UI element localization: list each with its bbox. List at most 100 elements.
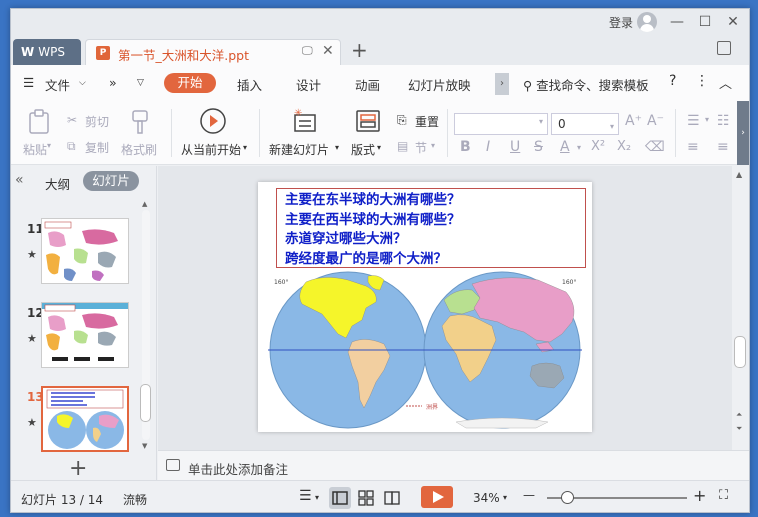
help-icon[interactable]: ? <box>669 73 676 89</box>
zoom-in-button[interactable]: + <box>693 486 706 505</box>
wps-logo-icon: W <box>21 45 35 59</box>
numbered-list-icon[interactable]: ☷ <box>717 113 730 129</box>
format-painter-button[interactable]: 格式刷 <box>121 141 157 158</box>
ribbon-scroll-right-button[interactable]: › <box>737 101 749 165</box>
play-from-current-icon[interactable] <box>199 107 227 135</box>
notes-pane[interactable]: 单击此处添加备注 <box>158 450 749 480</box>
paste-dropdown-icon[interactable]: ▾ <box>47 141 51 150</box>
decrease-font-icon[interactable]: A⁻ <box>647 113 664 129</box>
bullet-list-icon[interactable]: ☰ <box>687 113 700 129</box>
normal-view-button[interactable] <box>329 487 351 509</box>
avatar-icon[interactable] <box>637 12 657 32</box>
from-current-button[interactable]: 从当前开始 <box>181 141 241 158</box>
next-slide-icon[interactable]: ⏷ <box>736 424 742 434</box>
sorter-view-button[interactable] <box>355 487 377 509</box>
scroll-up-icon[interactable]: ▲ <box>142 200 147 208</box>
paste-button[interactable]: 粘贴 <box>23 141 47 158</box>
more-options-icon[interactable]: ⋮ <box>695 73 709 89</box>
notes-placeholder[interactable]: 单击此处添加备注 <box>188 459 288 478</box>
fit-window-icon[interactable]: ⛶ <box>719 488 728 503</box>
notes-view-icon[interactable]: ☰ <box>299 488 312 504</box>
zoom-out-button[interactable]: — <box>523 488 535 502</box>
slide-thumbnail[interactable] <box>41 302 129 368</box>
tab-wps-home[interactable]: W WPS <box>13 39 81 65</box>
font-family-select[interactable]: ▾ <box>454 113 548 135</box>
new-tab-button[interactable]: + <box>351 38 368 62</box>
superscript-button[interactable]: X² <box>591 139 605 154</box>
close-window-button[interactable]: ✕ <box>723 13 743 31</box>
tab-home[interactable]: 开始 <box>164 73 216 93</box>
reading-view-button[interactable] <box>381 487 403 509</box>
question-textbox[interactable]: 主要在东半球的大洲有哪些？ 主要在西半球的大洲有哪些？ 赤道穿过哪些大洲？ 跨经… <box>276 188 586 268</box>
layout-button[interactable]: 版式 <box>351 141 375 158</box>
add-slide-button[interactable]: + <box>69 456 87 481</box>
tab-document[interactable]: P 第一节_大洲和大洋.ppt 🖵 ✕ <box>85 39 341 65</box>
zoom-dropdown-icon[interactable]: ▾ <box>503 493 507 502</box>
login-link[interactable]: 登录 <box>609 14 633 31</box>
slide-counter: 幻灯片 13 / 14 <box>21 493 104 507</box>
theme-name[interactable]: 流畅 <box>123 491 147 508</box>
scroll-down-icon[interactable]: ▼ <box>142 442 147 450</box>
new-slide-button[interactable]: 新建幻灯片 <box>269 141 329 158</box>
zoom-level[interactable]: 34% <box>473 491 500 505</box>
bullet-list-dropdown-icon[interactable]: ▾ <box>705 115 709 124</box>
eraser-icon[interactable]: ⌫ <box>645 139 665 155</box>
close-tab-button[interactable]: ✕ <box>322 43 334 59</box>
hamburger-icon[interactable]: ☰ <box>23 75 34 90</box>
align-left-icon[interactable]: ≡ <box>687 139 699 155</box>
tab-slideshow[interactable]: 幻灯片放映 <box>408 75 471 94</box>
cut-button[interactable]: 剪切 <box>85 113 109 130</box>
more-menus-icon[interactable]: » <box>109 75 117 90</box>
tab-outline[interactable]: 大纲 <box>45 174 70 193</box>
collapse-panel-icon[interactable]: « <box>15 172 24 188</box>
font-color-dropdown-icon[interactable]: ▾ <box>577 143 581 152</box>
zoom-slider-knob[interactable] <box>561 491 574 504</box>
monitor-icon[interactable]: 🖵 <box>302 44 313 58</box>
slide-thumbnail-current[interactable] <box>41 386 129 452</box>
slideshow-play-button[interactable] <box>421 486 453 508</box>
tab-insert[interactable]: 插入 <box>237 75 262 94</box>
tab-design[interactable]: 设计 <box>296 75 321 94</box>
tab-slides[interactable]: 幻灯片 <box>83 171 139 191</box>
layout-dropdown-icon[interactable]: ▾ <box>377 143 381 152</box>
align-center-icon[interactable]: ≡ <box>717 139 729 155</box>
scrollbar-thumb[interactable] <box>734 336 746 368</box>
increase-font-icon[interactable]: A⁺ <box>625 113 642 129</box>
new-slide-icon[interactable]: ✳ <box>291 107 319 135</box>
hemispheres-map[interactable]: 160° 160° 洲界 <box>266 270 584 430</box>
tab-animation[interactable]: 动画 <box>355 75 380 94</box>
current-slide[interactable]: 主要在东半球的大洲有哪些？ 主要在西半球的大洲有哪些？ 赤道穿过哪些大洲？ 跨经… <box>258 182 592 432</box>
bold-button[interactable]: B <box>460 139 471 155</box>
notes-view-dropdown-icon[interactable]: ▾ <box>315 493 319 502</box>
new-slide-dropdown-icon[interactable]: ▾ <box>335 143 339 152</box>
scroll-up-icon[interactable]: ▲ <box>736 170 742 179</box>
section-button[interactable]: 节 <box>415 139 427 156</box>
from-current-dropdown-icon[interactable]: ▾ <box>243 143 247 152</box>
paste-icon[interactable] <box>27 109 51 135</box>
maximize-button[interactable]: ☐ <box>695 13 715 31</box>
file-menu[interactable]: 文件 <box>45 75 70 94</box>
section-dropdown-icon[interactable]: ▾ <box>431 141 435 150</box>
menu-scroll-right-button[interactable]: › <box>495 73 509 95</box>
canvas-scrollbar[interactable]: ▲ ⏶ ⏷ <box>732 166 749 450</box>
font-color-button[interactable]: A <box>560 139 570 155</box>
strikethrough-button[interactable]: S <box>534 139 543 155</box>
slide-thumbnail[interactable] <box>41 218 129 284</box>
chevron-down-icon[interactable]: ⌵ <box>79 78 86 88</box>
window-layout-icon[interactable] <box>717 41 731 55</box>
prev-slide-icon[interactable]: ⏶ <box>736 410 742 420</box>
format-painter-icon[interactable] <box>129 109 151 135</box>
reset-button[interactable]: 重置 <box>415 113 439 130</box>
collapse-ribbon-icon[interactable]: ︿ <box>719 73 732 92</box>
quick-access-dropdown-icon[interactable]: ▽ <box>137 78 144 88</box>
italic-button[interactable]: I <box>486 139 490 155</box>
copy-button[interactable]: 复制 <box>85 139 109 156</box>
layout-icon[interactable] <box>355 109 381 135</box>
underline-button[interactable]: U <box>510 139 520 155</box>
scrollbar-thumb[interactable] <box>140 384 151 422</box>
subscript-button[interactable]: X₂ <box>617 139 631 154</box>
command-search[interactable]: ⚲ 查找命令、搜索模板 <box>523 75 649 94</box>
font-size-select[interactable]: 0 ▾ <box>551 113 619 135</box>
minimize-button[interactable]: — <box>667 13 687 31</box>
thumbnail-scrollbar[interactable]: ▲ ▼ <box>139 200 151 450</box>
